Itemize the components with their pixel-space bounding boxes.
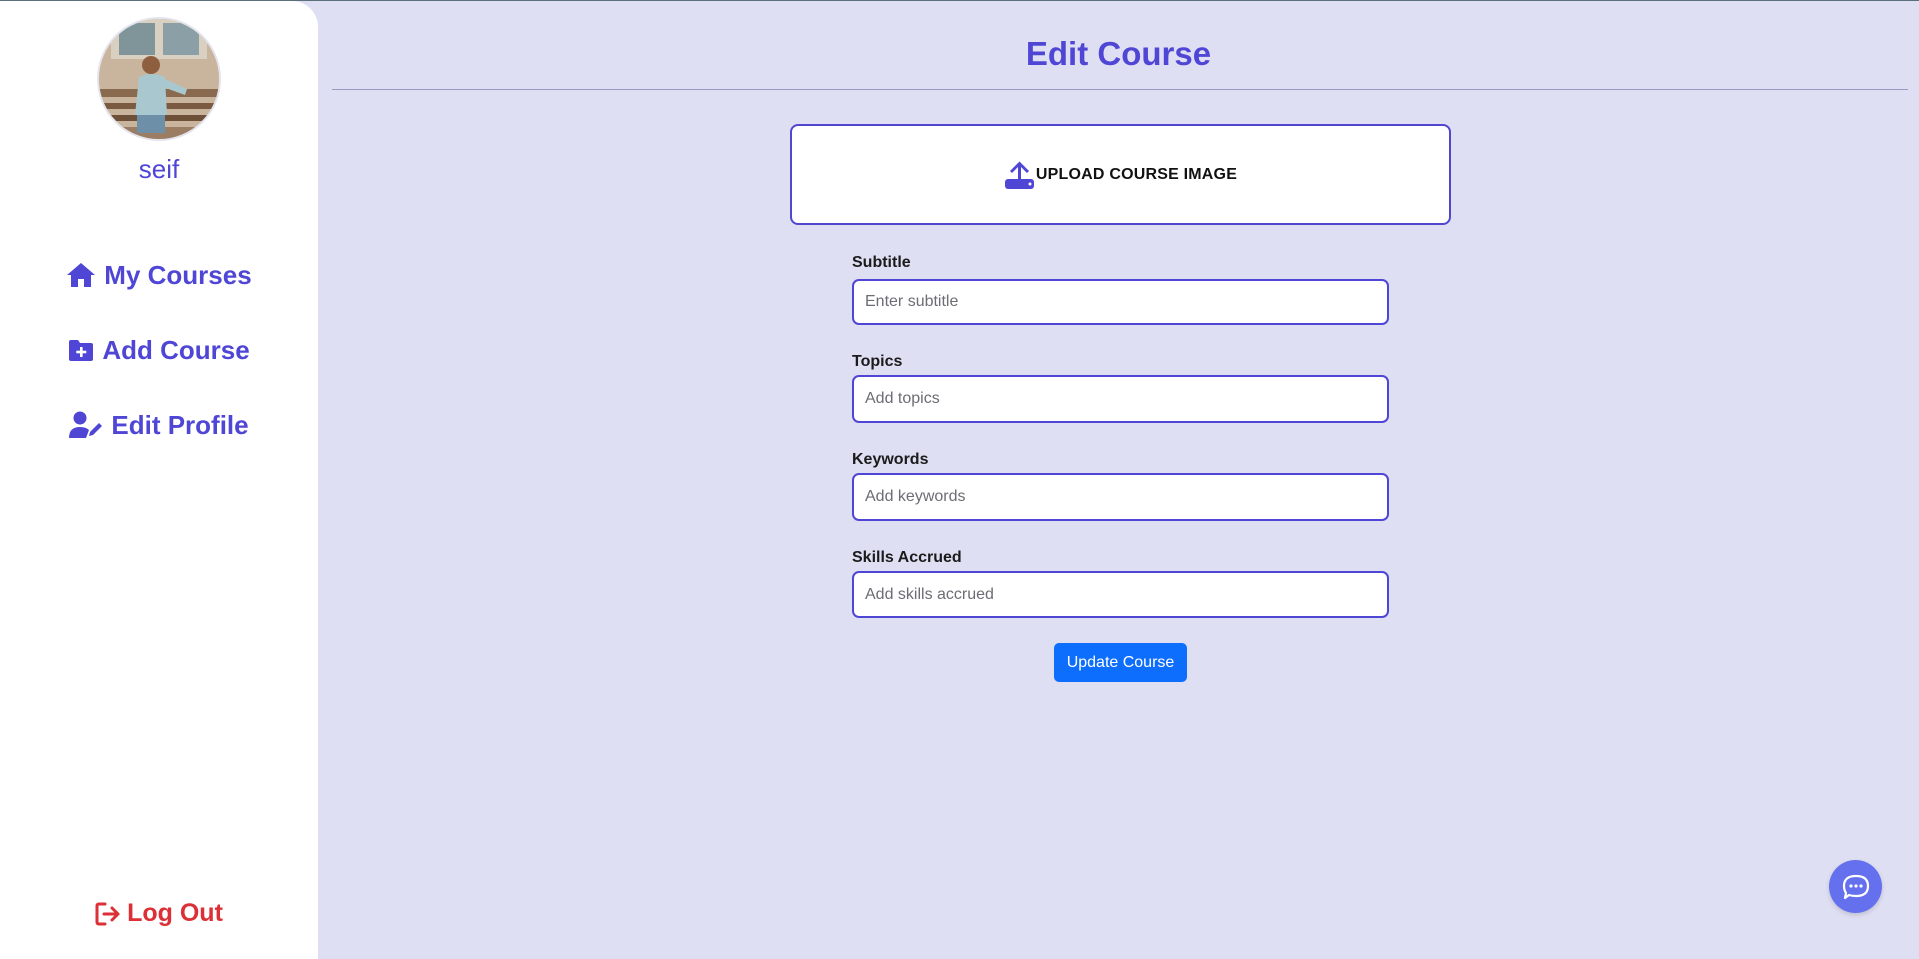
sidebar-item-label: My Courses [104, 259, 252, 290]
logout-button[interactable]: Log Out [0, 899, 318, 928]
avatar[interactable] [97, 17, 221, 141]
user-edit-icon [69, 411, 103, 438]
chat-button[interactable] [1829, 860, 1882, 913]
page-title: Edit Course [1025, 35, 1212, 72]
keywords-label: Keywords [852, 451, 929, 468]
sidebar-item-my-courses[interactable]: My Courses [0, 253, 318, 297]
keywords-input[interactable] [852, 473, 1389, 521]
logout-icon [95, 902, 120, 925]
subtitle-input[interactable] [852, 279, 1389, 325]
folder-plus-icon [69, 340, 94, 361]
skills-accrued-label: Skills Accrued [852, 549, 962, 566]
chat-bubble-icon [1842, 874, 1869, 899]
sidebar-item-add-course[interactable]: Add Course [0, 328, 318, 372]
update-course-button[interactable]: Update Course [1054, 643, 1187, 682]
sidebar-item-label: Edit Profile [111, 409, 249, 440]
sidebar-nav: My Courses Add Course Edit Profile [0, 253, 318, 478]
logout-label: Log Out [127, 899, 223, 927]
upload-course-image-button[interactable]: UPLOAD COURSE IMAGE [790, 124, 1451, 225]
sidebar: seif My Courses Add Course Edit Profile [0, 1, 318, 959]
upload-icon [1004, 161, 1034, 189]
sidebar-item-label: Add Course [102, 334, 250, 365]
topics-input[interactable] [852, 375, 1389, 423]
skills-accrued-input[interactable] [852, 571, 1389, 618]
profile-photo [99, 19, 219, 139]
sidebar-item-edit-profile[interactable]: Edit Profile [0, 403, 318, 447]
username: seif [138, 154, 180, 184]
upload-label: UPLOAD COURSE IMAGE [1035, 165, 1238, 183]
topics-label: Topics [852, 353, 903, 370]
subtitle-label: Subtitle [852, 254, 911, 271]
home-icon [67, 263, 96, 287]
title-divider [332, 89, 1908, 90]
